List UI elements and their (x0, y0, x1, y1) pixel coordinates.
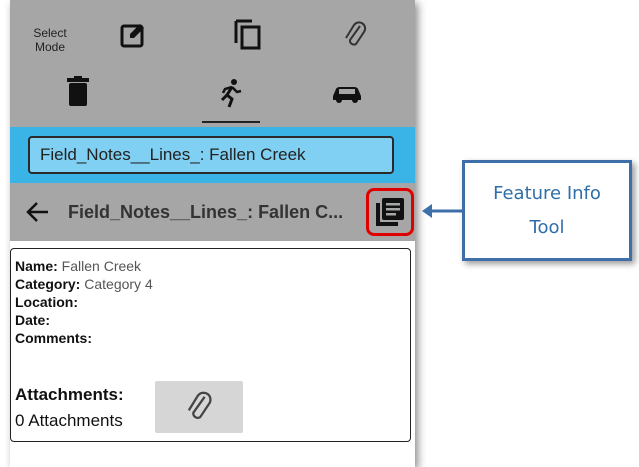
app-screen: Select Mode Field_Notes__Lines_: Fallen … (10, 0, 415, 467)
feature-title: Field_Notes__Lines_: Fallen C... (68, 202, 344, 222)
detail-label: Category: (15, 276, 81, 292)
paperclip-icon[interactable] (340, 18, 370, 52)
copy-icon[interactable] (230, 16, 264, 52)
detail-label: Date: (15, 312, 51, 328)
paperclip-icon (187, 391, 212, 419)
detail-row-location: Location: (15, 293, 410, 311)
edit-icon[interactable] (118, 20, 148, 50)
detail-label: Comments: (15, 330, 93, 346)
feature-info-callout: Feature Info Tool (462, 160, 632, 261)
detail-row-name: Name: Fallen Creek (15, 257, 410, 275)
detail-row-comments: Comments: (15, 329, 410, 347)
detail-row-category: Category: Category 4 (15, 275, 410, 293)
select-mode-button[interactable]: Select Mode (24, 22, 76, 58)
callout-pointer-arrow (422, 204, 464, 218)
detail-value: Category 4 (80, 276, 153, 292)
callout-line1: Feature Info (493, 182, 601, 204)
detail-label: Location: (15, 294, 78, 310)
feature-info-icon (376, 198, 404, 226)
detail-row-date: Date: (15, 311, 410, 329)
active-tab-indicator (202, 121, 260, 123)
select-mode-label-line2: Mode (34, 40, 66, 54)
top-toolbar: Select Mode (10, 0, 415, 127)
select-mode-label-line1: Select (33, 26, 67, 40)
attachments-count: 0 Attachments (15, 411, 123, 430)
add-attachment-button[interactable] (155, 381, 243, 433)
feature-details-card: Name: Fallen Creek Category: Category 4 … (10, 248, 411, 442)
attachments-label: Attachments: (15, 385, 124, 404)
search-input[interactable]: Field_Notes__Lines_: Fallen Creek (28, 136, 394, 174)
back-arrow-icon[interactable] (24, 198, 52, 226)
detail-value: Fallen Creek (57, 258, 142, 274)
car-icon[interactable] (329, 80, 365, 108)
walking-icon[interactable] (214, 76, 246, 110)
trash-icon[interactable] (64, 74, 92, 108)
detail-label: Name: (15, 258, 58, 274)
feature-info-button[interactable] (366, 188, 414, 236)
callout-line2: Tool (529, 216, 565, 238)
